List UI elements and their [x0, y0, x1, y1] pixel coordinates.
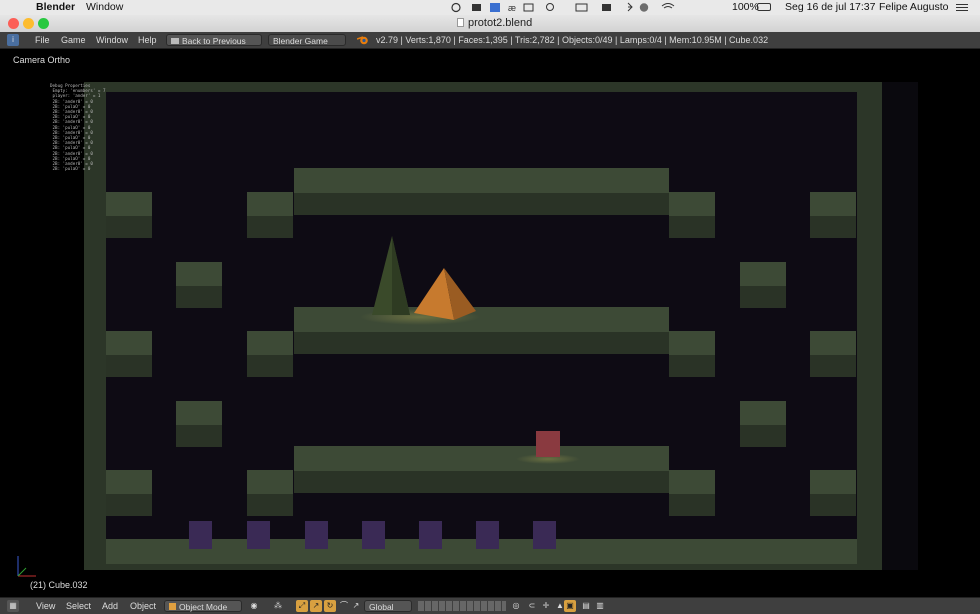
- layers-grid[interactable]: [418, 601, 506, 611]
- scene-stats: v2.79 | Verts:1,870 | Faces:1,395 | Tris…: [376, 35, 769, 45]
- translate-manipulator-icon[interactable]: ↗: [310, 600, 322, 612]
- screen-icon: [171, 38, 179, 44]
- platform-top: [294, 168, 669, 193]
- user-menu[interactable]: Felipe Augusto: [879, 0, 948, 15]
- snap-element-icon[interactable]: ✛: [540, 600, 552, 612]
- snap-icon[interactable]: ⊂: [526, 600, 538, 612]
- back-to-previous-label: Back to Previous: [182, 36, 246, 46]
- debug-properties: Debug Properties Empty: 'enumbers' = 7 p…: [50, 83, 105, 171]
- engine-label: Blender Game: [273, 36, 328, 46]
- view3d-header: ▦ View Select Add Object Object Mode ◉ ⁂…: [0, 597, 980, 614]
- editor-type-icon[interactable]: ▦: [7, 600, 19, 612]
- menu-help[interactable]: Help: [138, 32, 157, 48]
- mode-select[interactable]: Object Mode: [164, 600, 242, 612]
- battery-percent: 100%: [732, 1, 759, 13]
- orientation-select[interactable]: Global: [364, 600, 412, 612]
- orientation-label: Global: [369, 602, 394, 612]
- render-preview-icon[interactable]: ▣: [564, 600, 576, 612]
- info-header: i File Game Window Help Back to Previous…: [0, 32, 980, 49]
- svg-text:æ: æ: [508, 3, 516, 13]
- engine-select[interactable]: Blender Game: [268, 34, 346, 46]
- active-object-label: (21) Cube.032: [30, 580, 88, 590]
- player-cube: [536, 431, 560, 457]
- window-menu[interactable]: Window: [86, 0, 123, 15]
- status-icons: æ: [451, 2, 675, 13]
- menu-window[interactable]: Window: [96, 32, 128, 48]
- transform-icon[interactable]: ↗: [350, 600, 362, 612]
- battery-icon[interactable]: [757, 3, 771, 11]
- menu-add[interactable]: Add: [102, 598, 118, 614]
- window-title: protot2.blend: [468, 17, 533, 29]
- pivot-point-icon[interactable]: ⁂: [272, 600, 284, 612]
- 3d-viewport[interactable]: Camera Ortho Debug Properties Empty: 'en…: [0, 49, 980, 597]
- close-window-button[interactable]: [8, 18, 19, 29]
- app-menu[interactable]: Blender: [36, 0, 75, 15]
- window-titlebar: protot2.blend: [0, 15, 980, 33]
- game-scene: [17, 82, 918, 577]
- zoom-window-button[interactable]: [38, 18, 49, 29]
- lock-layer-icon[interactable]: ◎: [510, 600, 522, 612]
- rotate-manipulator-icon[interactable]: ↻: [324, 600, 336, 612]
- debug-line: player: 'ander' = 1: [50, 93, 101, 99]
- right-margin: [882, 82, 918, 570]
- menu-game[interactable]: Game: [61, 32, 86, 48]
- menu-object[interactable]: Object: [130, 598, 156, 614]
- object-mode-icon: [169, 603, 176, 610]
- debug-line: 2B: 'pulaO' = 0: [50, 166, 91, 172]
- clock[interactable]: Seg 16 de jul 17:37: [785, 0, 876, 15]
- viewport-shading-icon[interactable]: ◉: [248, 600, 260, 612]
- editor-type-icon[interactable]: i: [7, 34, 19, 46]
- manipulator-toggle-icon[interactable]: ⤢: [296, 600, 308, 612]
- menu-select[interactable]: Select: [66, 598, 91, 614]
- render-animation-icon[interactable]: ▤: [580, 600, 592, 612]
- document-icon: [457, 18, 464, 27]
- platform-middle: [294, 307, 669, 332]
- platform-lower: [294, 446, 669, 471]
- back-to-previous-button[interactable]: Back to Previous: [166, 34, 262, 46]
- menu-file[interactable]: File: [35, 32, 50, 48]
- macos-menubar: Blender Window æ 100% Seg 16 de jul 17:3…: [0, 0, 980, 15]
- minimize-window-button[interactable]: [23, 18, 34, 29]
- scale-manipulator-icon[interactable]: ⌒: [338, 600, 350, 612]
- menu-extras-icon[interactable]: [956, 4, 968, 5]
- mode-label: Object Mode: [179, 602, 228, 612]
- axis-gizmo-icon: [17, 556, 36, 577]
- camera-icon[interactable]: ▥: [594, 600, 606, 612]
- menu-view[interactable]: View: [36, 598, 55, 614]
- blender-logo-icon: [357, 36, 368, 45]
